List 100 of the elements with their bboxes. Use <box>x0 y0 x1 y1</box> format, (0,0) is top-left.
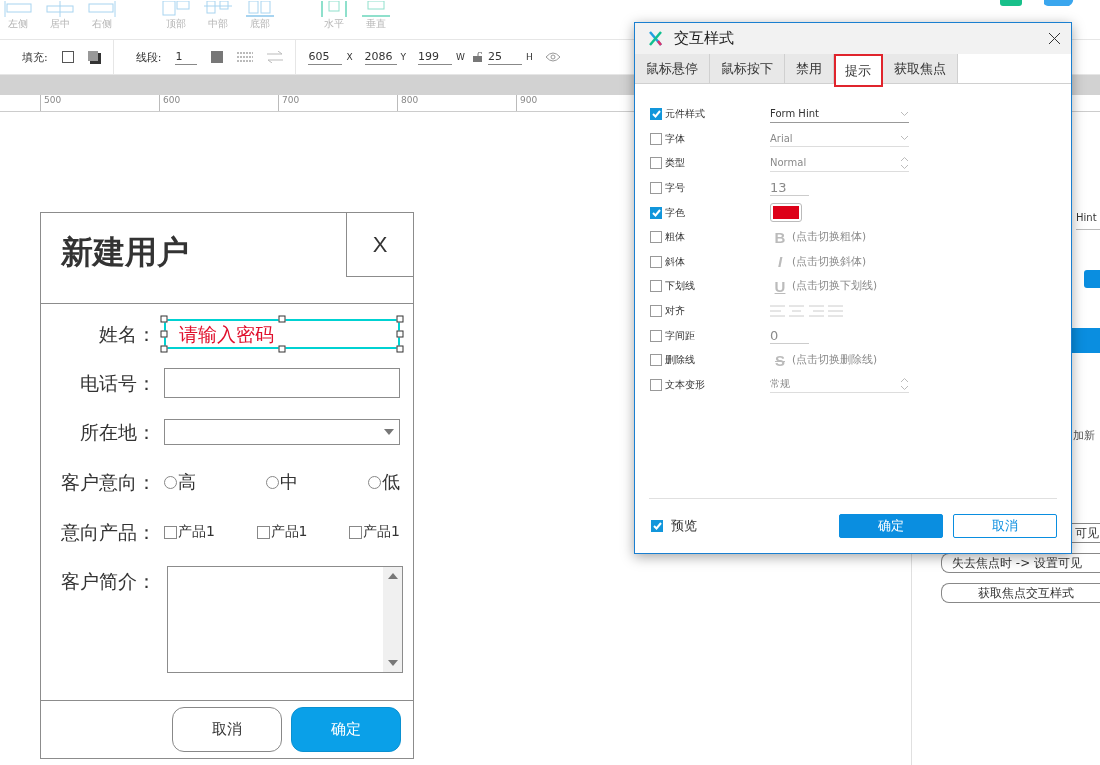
checkbox[interactable] <box>650 157 662 170</box>
toggle-hint: (点击切换粗体) <box>792 230 867 245</box>
checkbox[interactable] <box>650 255 662 268</box>
lock-icon[interactable] <box>473 52 482 62</box>
shadow-icon[interactable] <box>87 50 101 64</box>
property-label: 字色 <box>665 205 686 220</box>
text-area[interactable] <box>167 566 403 673</box>
field-label: 客户简介： <box>60 569 156 594</box>
dialog-tab[interactable]: 提示 <box>834 54 883 87</box>
up-down-icon <box>900 377 909 392</box>
up-down-icon <box>900 156 909 170</box>
checkbox[interactable] <box>650 329 662 342</box>
align-icon <box>320 1 348 17</box>
position-field[interactable]: 2086 <box>364 49 397 65</box>
axis-label: W <box>456 52 465 62</box>
spinner-field[interactable]: Normal <box>770 155 909 172</box>
position-field[interactable]: 199 <box>418 49 453 65</box>
scroll-up-icon[interactable] <box>387 573 398 579</box>
align-icon <box>46 1 74 17</box>
field-label: 所在地： <box>79 420 156 445</box>
eye-icon[interactable] <box>544 52 561 62</box>
property-label: 斜体 <box>665 254 686 269</box>
action-button[interactable]: 获取焦点交互样式 <box>941 583 1100 603</box>
select-field[interactable]: Arial <box>770 130 909 148</box>
radio-option[interactable]: 中 <box>266 470 298 494</box>
ruler-label: 600 <box>159 95 278 111</box>
form-title: 新建用户 <box>61 232 189 273</box>
action-button[interactable]: 失去焦点时 -> 设置可见 <box>941 553 1100 573</box>
property-label: 类型 <box>665 156 686 171</box>
checkbox[interactable] <box>650 182 662 195</box>
dialog-tab[interactable]: 获取焦点 <box>883 54 958 83</box>
radio-option[interactable]: 高 <box>164 470 196 494</box>
field-label: 姓名： <box>98 322 156 347</box>
cancel-button[interactable]: 取消 <box>953 514 1057 538</box>
stroke-label: 线段: <box>135 49 162 65</box>
checkbox[interactable] <box>650 378 662 391</box>
ruler-label: 800 <box>397 95 516 111</box>
property-label: 删除线 <box>665 353 696 368</box>
style-value: Hint <box>1076 212 1100 230</box>
preview-checkbox[interactable] <box>651 520 663 532</box>
dialog-title: 交互样式 <box>674 29 735 48</box>
property-label: 字体 <box>665 131 686 146</box>
fill-label: 填充: <box>22 49 48 65</box>
align-icon <box>88 1 116 17</box>
number-field[interactable]: 13 <box>770 180 809 197</box>
position-field[interactable]: 25 <box>488 49 522 65</box>
number-field[interactable]: 0 <box>770 327 809 344</box>
property-label: 元件样式 <box>665 107 706 122</box>
text-field[interactable] <box>164 368 400 398</box>
scroll-down-icon[interactable] <box>387 660 398 666</box>
checkbox[interactable] <box>650 305 662 318</box>
stroke-width-field[interactable]: 1 <box>175 49 198 65</box>
axis-label: H <box>526 52 533 62</box>
checkbox[interactable] <box>650 231 662 244</box>
field-label: 电话号： <box>79 371 156 396</box>
panel-text: 加新 <box>1073 428 1096 443</box>
property-label: 字间距 <box>665 328 696 343</box>
ruler-label: 500 <box>40 95 159 111</box>
dropdown-field[interactable] <box>164 419 400 445</box>
stroke-color-icon[interactable] <box>211 51 224 63</box>
checkbox[interactable] <box>650 280 662 293</box>
property-label: 文本变形 <box>665 377 706 392</box>
chevron-down-icon <box>900 110 909 117</box>
position-field[interactable]: 605 <box>308 49 343 65</box>
property-label: 对齐 <box>665 304 686 319</box>
align-icon <box>4 1 32 17</box>
select-field[interactable]: Form Hint <box>770 105 909 123</box>
align-icon <box>162 1 190 17</box>
checkbox[interactable] <box>650 354 662 367</box>
dialog-tab[interactable]: 禁用 <box>785 54 834 83</box>
radio-option[interactable]: 低 <box>368 470 400 494</box>
close-icon[interactable] <box>1048 32 1061 45</box>
resize-handle[interactable] <box>278 315 286 323</box>
align-icon <box>362 1 390 17</box>
dialog-tab[interactable]: 鼠标按下 <box>710 54 785 83</box>
preview-label: 预览 <box>671 517 698 535</box>
dialog-tab[interactable]: 鼠标悬停 <box>635 54 710 83</box>
axis-label: X <box>346 52 353 62</box>
checkbox[interactable] <box>650 206 662 219</box>
property-label: 粗体 <box>665 230 686 245</box>
fill-color-icon[interactable] <box>61 51 74 63</box>
checkbox-option[interactable]: 产品1 <box>256 523 308 541</box>
field-label: 意向产品： <box>60 520 156 545</box>
checkbox-option[interactable]: 产品1 <box>164 523 215 541</box>
toggle-hint: (点击切换下划线) <box>792 279 878 294</box>
app-logo-icon <box>649 31 662 46</box>
checkbox[interactable] <box>650 108 662 121</box>
close-button[interactable]: X <box>346 213 413 277</box>
confirm-button[interactable]: 确定 <box>839 514 943 538</box>
dash-style-icon[interactable] <box>237 52 254 62</box>
resize-handle[interactable] <box>278 345 286 353</box>
checkbox-option[interactable]: 产品1 <box>349 523 400 541</box>
spinner-field[interactable]: 常规 <box>770 376 909 394</box>
cancel-button[interactable]: 取消 <box>172 707 282 752</box>
text-field[interactable]: 请输入密码 <box>164 319 400 349</box>
axis-label: Y <box>400 52 407 62</box>
checkbox[interactable] <box>650 132 662 145</box>
ruler-label: 700 <box>278 95 397 111</box>
align-icon <box>204 1 232 17</box>
chevron-down-icon <box>900 135 909 142</box>
